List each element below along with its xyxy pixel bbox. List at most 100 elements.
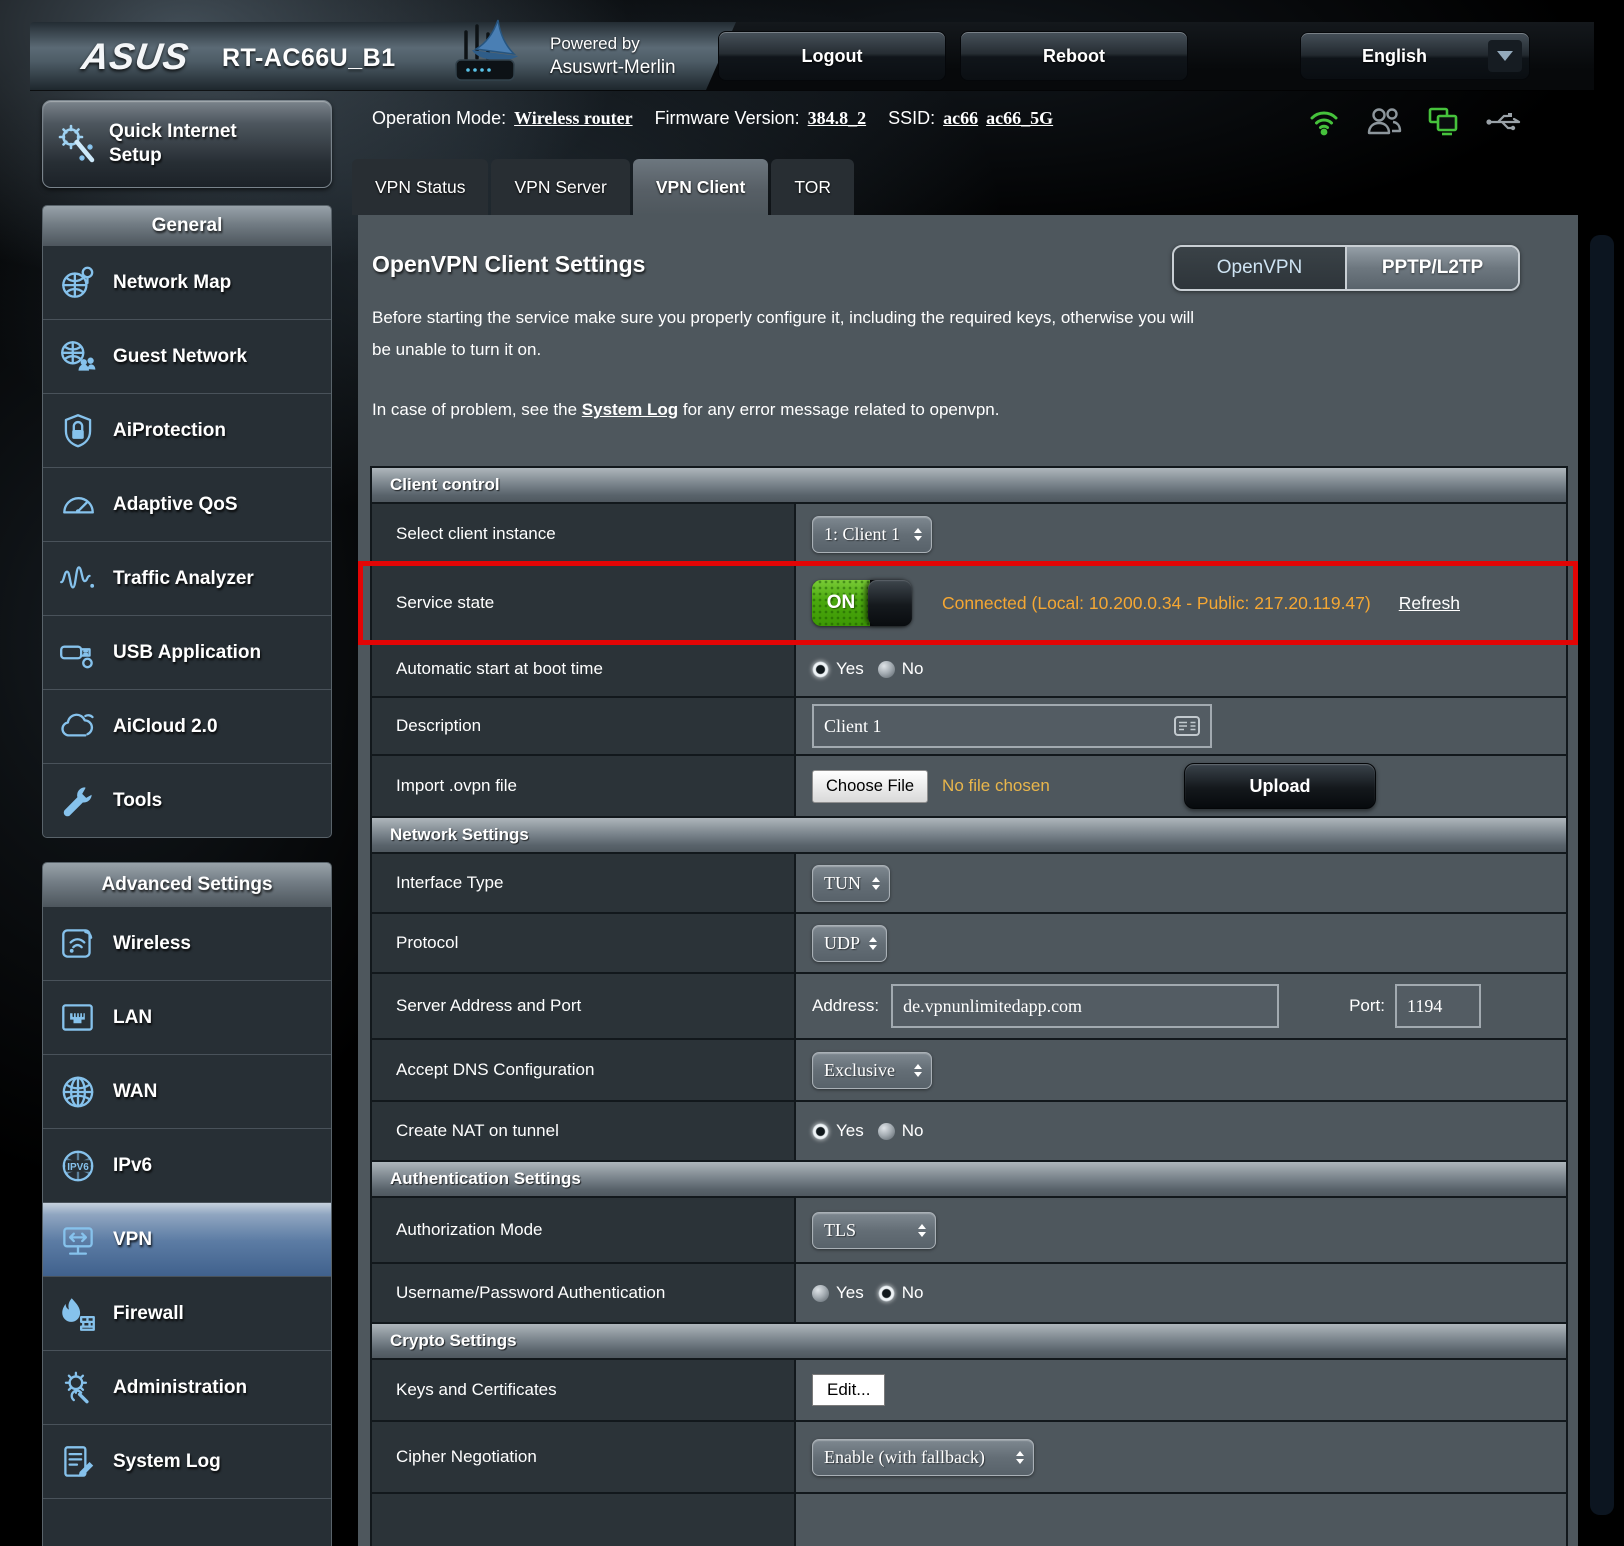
upload-button[interactable]: Upload <box>1184 763 1376 809</box>
row-automatic-start: Automatic start at boot time Yes No <box>372 640 1566 696</box>
ssid-label: SSID: <box>888 108 936 128</box>
protocol-select[interactable]: UDP <box>812 924 888 962</box>
firmware-version-label: Firmware Version: <box>654 108 800 128</box>
ssid-5g-link[interactable]: ac66_5G <box>986 108 1053 129</box>
administration-icon <box>56 1367 100 1409</box>
nat-yes-radio[interactable] <box>812 1122 829 1140</box>
row-select-client-instance: Select client instance 1: Client 1 <box>372 502 1566 564</box>
logout-button[interactable]: Logout <box>718 31 946 81</box>
edit-keys-button[interactable]: Edit... <box>812 1374 886 1406</box>
select-arrows-icon <box>918 1223 926 1237</box>
input-assist-icon[interactable] <box>1174 716 1200 736</box>
quick-internet-setup-button[interactable]: Quick Internet Setup <box>42 100 332 188</box>
sidebar-item-firewall[interactable]: Firewall <box>43 1276 331 1350</box>
row-accept-dns: Accept DNS Configuration Exclusive <box>372 1038 1566 1100</box>
wireless-icon <box>56 923 100 965</box>
tab-vpn-client[interactable]: VPN Client <box>632 159 769 215</box>
row-description: Description Client 1 <box>372 696 1566 754</box>
interface-type-label: Interface Type <box>372 854 796 912</box>
vpn-tab-bar: VPN Status VPN Server VPN Client TOR <box>352 159 854 215</box>
server-address-input[interactable]: de.vpnunlimitedapp.com <box>891 984 1280 1028</box>
pptp-type-button[interactable]: PPTP/L2TP <box>1347 247 1518 289</box>
userpass-radio-group: Yes No <box>812 1283 923 1303</box>
sidebar-general-panel: General Network Map Guest Network AiProt… <box>42 205 332 838</box>
quick-internet-setup-label: Quick Internet Setup <box>109 121 237 166</box>
tab-tor[interactable]: TOR <box>771 159 854 215</box>
adaptive-qos-icon <box>56 484 100 526</box>
sidebar-item-lan[interactable]: LAN <box>43 980 331 1054</box>
crypto-settings-header: Crypto Settings <box>372 1322 1566 1358</box>
automatic-start-label: Automatic start at boot time <box>372 642 796 696</box>
system-log-link[interactable]: System Log <box>582 400 678 419</box>
ssid-24-link[interactable]: ac66 <box>943 108 978 129</box>
tab-vpn-status[interactable]: VPN Status <box>352 159 489 215</box>
traffic-analyzer-icon <box>56 558 100 600</box>
sidebar-item-traffic-analyzer[interactable]: Traffic Analyzer <box>43 541 331 615</box>
client-control-header: Client control <box>372 468 1566 502</box>
create-nat-label: Create NAT on tunnel <box>372 1102 796 1160</box>
accept-dns-label: Accept DNS Configuration <box>372 1040 796 1100</box>
row-protocol: Protocol UDP <box>372 912 1566 972</box>
system-log-note: In case of problem, see the System Log f… <box>372 400 1000 419</box>
powered-by-line: Powered by <box>550 34 640 53</box>
language-dropdown[interactable]: English <box>1300 32 1530 80</box>
userpass-yes-radio[interactable] <box>812 1284 829 1302</box>
firmware-version-link[interactable]: 384.8_2 <box>808 108 867 129</box>
aicloud-icon <box>56 706 100 748</box>
port-field-label: Port: <box>1349 996 1385 1015</box>
sidebar-item-aiprotection[interactable]: AiProtection <box>43 393 331 467</box>
sidebar-item-usb-application[interactable]: USB Application <box>43 615 331 689</box>
authorization-mode-select[interactable]: TLS <box>812 1211 936 1249</box>
sidebar-item-administration[interactable]: Administration <box>43 1350 331 1424</box>
sidebar-item-network-map[interactable]: Network Map <box>43 246 331 319</box>
choose-file-button[interactable]: Choose File <box>812 769 929 803</box>
vpn-type-switch: OpenVPN PPTP/L2TP <box>1172 245 1520 291</box>
network-map-icon <box>56 262 100 304</box>
lan-icon <box>56 997 100 1039</box>
advanced-settings-header: Advanced Settings <box>43 863 331 907</box>
auto-start-no-radio[interactable] <box>877 660 895 678</box>
accept-dns-select[interactable]: Exclusive <box>812 1051 932 1089</box>
tab-vpn-server[interactable]: VPN Server <box>491 159 630 215</box>
sidebar-item-vpn[interactable]: VPN <box>43 1202 331 1276</box>
sidebar-item-adaptive-qos[interactable]: Adaptive QoS <box>43 467 331 541</box>
sidebar-item-ipv6[interactable]: IPV6 IPv6 <box>43 1128 331 1202</box>
operation-mode-line: Operation Mode: Wireless router Firmware… <box>372 108 1053 129</box>
row-server-address-port: Server Address and Port Address: de.vpnu… <box>372 972 1566 1038</box>
usb-status-icon[interactable] <box>1484 108 1524 136</box>
clients-status-icon[interactable] <box>1364 105 1404 139</box>
refresh-link[interactable]: Refresh <box>1399 593 1460 614</box>
openvpn-type-button[interactable]: OpenVPN <box>1174 247 1347 289</box>
ipv6-icon: IPV6 <box>56 1145 100 1187</box>
chevron-down-icon <box>1488 40 1522 72</box>
reboot-button[interactable]: Reboot <box>960 31 1188 81</box>
userpass-no-radio[interactable] <box>877 1284 895 1302</box>
sidebar-item-wan[interactable]: WAN <box>43 1054 331 1128</box>
operation-mode-link[interactable]: Wireless router <box>514 108 632 129</box>
server-port-input[interactable]: 1194 <box>1395 984 1481 1028</box>
description-input[interactable]: Client 1 <box>812 704 1212 748</box>
sidebar-item-tools[interactable]: Tools <box>43 763 331 837</box>
cipher-negotiation-select[interactable]: Enable (with fallback) <box>812 1438 1034 1476</box>
sidebar-item-wireless[interactable]: Wireless <box>43 907 331 980</box>
auto-start-yes-radio[interactable] <box>812 660 829 678</box>
interface-type-select[interactable]: TUN <box>812 864 890 902</box>
service-state-toggle[interactable]: ON <box>812 580 912 626</box>
router-model: RT-AC66U_B1 <box>222 44 396 72</box>
merlin-router-icon <box>432 16 544 103</box>
sidebar-item-aicloud[interactable]: AiCloud 2.0 <box>43 689 331 763</box>
nat-no-radio[interactable] <box>877 1122 895 1140</box>
client-instance-select[interactable]: 1: Client 1 <box>812 515 932 553</box>
devices-status-icon[interactable] <box>1426 105 1462 139</box>
row-service-state: Service state ON Connected (Local: 10.20… <box>358 561 1578 645</box>
sidebar-item-partial[interactable] <box>43 1498 331 1546</box>
sidebar-item-guest-network[interactable]: Guest Network <box>43 319 331 393</box>
row-cipher-negotiation: Cipher Negotiation Enable (with fallback… <box>372 1420 1566 1492</box>
service-state-label: Service state <box>372 566 796 640</box>
authentication-settings-header: Authentication Settings <box>372 1160 1566 1196</box>
sidebar-item-system-log[interactable]: System Log <box>43 1424 331 1498</box>
wifi-status-icon[interactable] <box>1306 104 1342 140</box>
select-arrows-icon <box>914 527 922 541</box>
guest-network-icon <box>56 336 100 378</box>
usb-application-icon <box>56 632 100 674</box>
